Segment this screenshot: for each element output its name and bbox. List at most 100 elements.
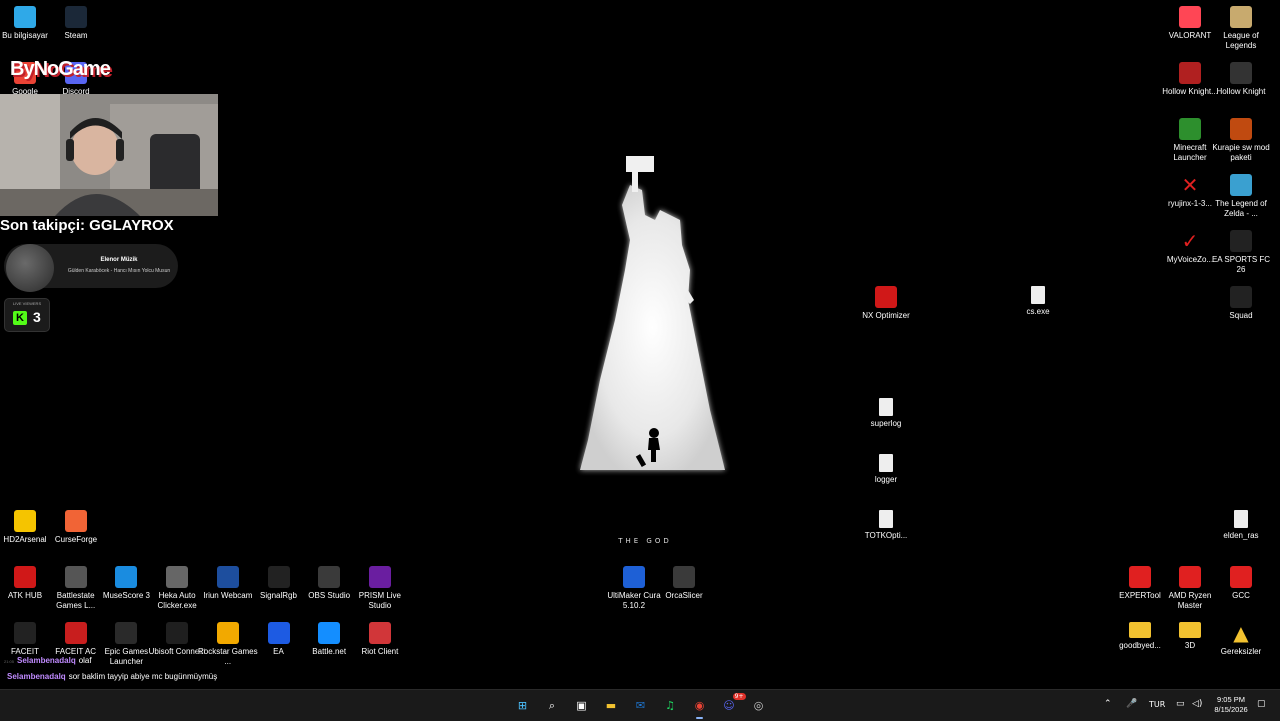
hollow-knight-icon <box>1179 62 1201 84</box>
desktop-shortcut[interactable]: OrcaSlicer <box>654 566 714 601</box>
desktop-shortcut-label: GCC <box>1232 591 1250 600</box>
desktop-shortcut[interactable]: PRISM Live Studio <box>350 566 410 611</box>
live-viewers-count: 3 <box>33 309 41 325</box>
desktop-shortcut[interactable]: NX Optimizer <box>856 286 916 321</box>
desktop-shortcut-label: Riot Client <box>361 647 399 656</box>
steam-icon <box>65 6 87 28</box>
system-clock[interactable]: 9:05 PM 8/15/2026 <box>1208 695 1254 715</box>
webcam-feed <box>0 94 218 216</box>
faceit-icon <box>14 622 36 644</box>
desktop-shortcut-label: Steam <box>64 31 88 40</box>
desktop-shortcut[interactable]: The Legend of Zelda - ... <box>1211 174 1271 219</box>
zelda-icon <box>1230 174 1252 196</box>
ea-icon <box>267 622 290 644</box>
desktop-shortcut[interactable]: superlog <box>856 398 916 429</box>
spotify-button[interactable]: ♫ <box>661 696 680 715</box>
desktop-shortcut[interactable]: CurseForge <box>46 510 106 545</box>
notification-center-icon[interactable]: ▢ <box>1257 699 1266 709</box>
battlenet-icon <box>318 622 341 644</box>
store-button[interactable]: ▣ <box>572 696 591 715</box>
chat-username: Selambenadalq <box>17 656 76 665</box>
start-icon: ⊞ <box>517 699 528 712</box>
volume-icon[interactable]: ◁) <box>1192 699 1202 709</box>
desktop-shortcut[interactable]: Hollow Knight <box>1211 62 1271 97</box>
start-button[interactable]: ⊞ <box>513 696 532 715</box>
minecraft-icon <box>1179 118 1201 140</box>
battlestate-icon <box>64 566 87 588</box>
desktop-shortcut[interactable]: ▲ Gereksizler <box>1211 622 1271 657</box>
live-viewers-widget: LIVE VIEWERS K 3 <box>4 298 50 332</box>
discord-button[interactable]: ☺ 9+ <box>720 693 746 715</box>
clock-time: 9:05 PM <box>1217 695 1245 704</box>
desktop-shortcut[interactable]: elden_ras <box>1211 510 1271 541</box>
warning-icon: ▲ <box>1233 621 1249 645</box>
desktop-shortcut-label: superlog <box>870 419 902 428</box>
now-playing-song: Gülden Karaböcek - Hancı Mısın Yolcu Mus… <box>67 268 171 274</box>
outlook-icon: ✉ <box>635 699 646 712</box>
microphone-icon[interactable]: 🎤 <box>1126 699 1137 709</box>
desktop-shortcut-label: EA SPORTS FC 26 <box>1211 255 1271 274</box>
obs-icon: ◎ <box>753 699 764 712</box>
valorant-icon <box>1179 6 1201 28</box>
desktop-shortcut[interactable]: Squad <box>1211 286 1271 321</box>
nx-optimizer-icon <box>875 286 897 308</box>
signalrgb-icon <box>267 566 290 588</box>
desktop-shortcut-label: cs.exe <box>1026 307 1050 316</box>
discord-icon: ☺ <box>723 699 735 712</box>
desktop-shortcut[interactable]: Riot Client <box>350 622 410 657</box>
file-explorer-button[interactable]: ▬ <box>602 696 621 715</box>
show-hidden-icons-chevron-icon[interactable]: ⌃ <box>1104 699 1112 709</box>
file-icon <box>1031 286 1045 304</box>
network-icon[interactable]: ▭ <box>1176 699 1185 709</box>
search-button[interactable]: ⌕ <box>543 696 562 715</box>
spotify-icon: ♫ <box>665 699 675 712</box>
store-icon: ▣ <box>576 699 587 712</box>
now-playing-title: Elenor Müzik <box>100 257 138 263</box>
ryujinx-icon: ✕ <box>1181 173 1199 197</box>
desktop-shortcut[interactable]: logger <box>856 454 916 485</box>
outlook-button[interactable]: ✉ <box>631 696 650 715</box>
file-icon <box>879 398 893 416</box>
checkmark-icon: ✓ <box>1181 229 1199 253</box>
file-icon <box>1234 510 1248 528</box>
faceit-ac-icon <box>64 622 87 644</box>
desktop-shortcut[interactable]: Steam <box>46 6 106 41</box>
chat-timestamp: 21:05 <box>4 659 15 664</box>
desktop-shortcut[interactable]: EA SPORTS FC 26 <box>1211 230 1271 275</box>
desktop-shortcut[interactable]: TOTKOpti... <box>856 510 916 541</box>
album-art <box>6 244 54 292</box>
epic-icon <box>1230 286 1252 308</box>
ubisoft-icon <box>166 622 189 644</box>
ea-sports-icon <box>1230 230 1252 252</box>
atk-hub-icon <box>14 566 36 588</box>
desktop-shortcut-label: The Legend of Zelda - ... <box>1215 199 1267 218</box>
desktop-shortcut-label: Gereksizler <box>1220 647 1262 656</box>
obs-button[interactable]: ◎ <box>749 696 768 715</box>
iriun-icon <box>216 566 239 588</box>
wallpaper-caption: THE GOD <box>618 537 672 545</box>
desktop-shortcut-label: Squad <box>1229 311 1253 320</box>
desktop-shortcut[interactable]: GCC <box>1211 566 1271 601</box>
chat-text: olaf <box>78 656 92 665</box>
folder-icon <box>1129 622 1151 638</box>
discord-notification-badge: 9+ <box>732 693 746 700</box>
desktop-shortcut[interactable]: League of Legends <box>1211 6 1271 51</box>
last-follower-text: Son takipçi: GGLAYROX <box>0 217 174 234</box>
desktop-shortcut-label: TOTKOpti... <box>864 531 908 540</box>
epic-icon <box>115 622 138 644</box>
desktop-shortcut[interactable]: cs.exe <box>1008 286 1068 317</box>
auto-clicker-icon <box>166 566 189 588</box>
obs-icon <box>318 566 341 588</box>
riot-icon <box>368 622 391 644</box>
desktop-shortcut[interactable]: Kurapie sw mod paketi <box>1211 118 1271 163</box>
desktop-shortcut-label: Kurapie sw mod paketi <box>1212 143 1270 162</box>
brand-logo: ByNoGame <box>10 58 111 80</box>
kick-logo-icon: K <box>13 311 27 325</box>
expertool-icon <box>1129 566 1151 588</box>
desktop-shortcut-label: PRISM Live Studio <box>358 591 401 610</box>
amd-icon <box>1179 566 1201 588</box>
taskbar: ⊞ ⌕ ▣ ▬ ✉ ♫ ◉ ☺ 9+ ◎ ⌃ 🎤 TUR ▭ ◁) 9:05 PM 8/15/20… <box>0 689 1280 721</box>
rockstar-icon <box>216 622 239 644</box>
chrome-button[interactable]: ◉ <box>690 696 709 719</box>
language-indicator[interactable]: TUR <box>1149 700 1165 709</box>
